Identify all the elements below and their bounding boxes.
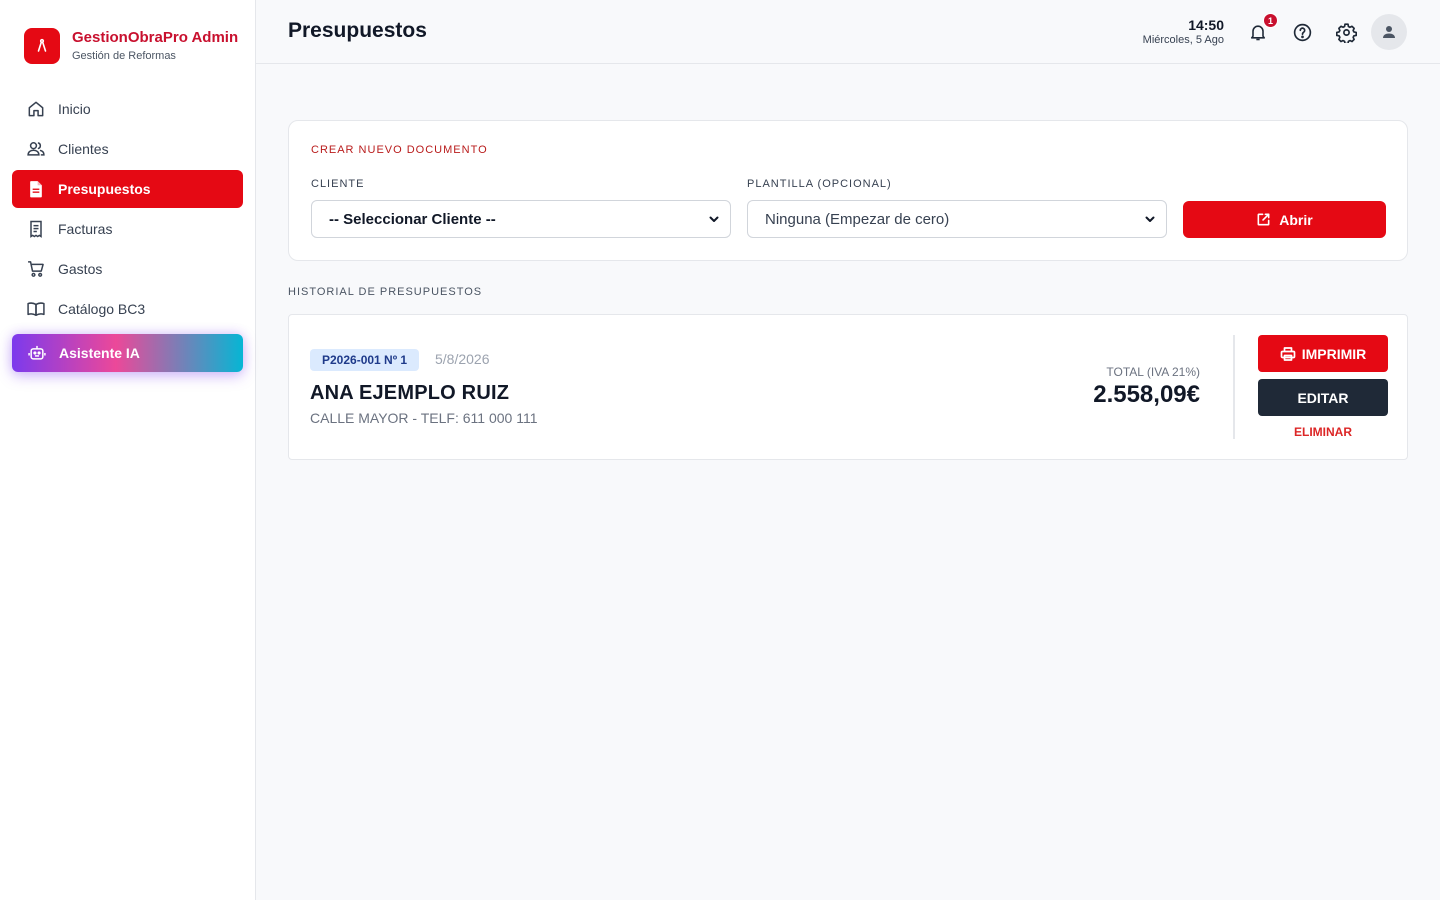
sidebar: GestionObraPro Admin Gestión de Reformas… [0,0,256,900]
budget-client-name: ANA EJEMPLO RUIZ [310,382,510,404]
client-label: CLIENTE [311,178,365,190]
help-icon [1293,23,1311,41]
brand[interactable]: GestionObraPro Admin Gestión de Reformas [24,28,238,64]
robot-icon [28,345,46,360]
edit-button-label: EDITAR [1297,389,1349,406]
sidebar-item-label: Gastos [58,261,103,277]
create-document-card: CREAR NUEVO DOCUMENTO CLIENTE PLANTILLA … [288,120,1408,261]
client-select-value: -- Seleccionar Cliente -- [329,210,496,228]
book-icon [27,302,45,316]
budget-card: P2026-001 Nº 1 5/8/2026 ANA EJEMPLO RUIZ… [288,314,1408,460]
chevron-down-icon [1145,216,1155,222]
notification-badge: 1 [1263,13,1278,28]
compass-icon [24,28,60,64]
notifications-button[interactable]: 1 [1246,13,1278,44]
open-button[interactable]: Abrir [1183,201,1386,238]
gear-icon [1335,22,1357,43]
sidebar-item-catalogo[interactable]: Catálogo BC3 [12,290,243,328]
top-header: Presupuestos 14:50 Miércoles, 5 Ago 1 [256,0,1440,64]
settings-button[interactable] [1334,20,1358,44]
budget-total-value: 2.558,09€ [1093,381,1200,408]
sidebar-item-inicio[interactable]: Inicio [12,90,243,128]
budget-client-detail: CALLE MAYOR - TELF: 611 000 111 [310,410,538,426]
template-select-value: Ninguna (Empezar de cero) [765,210,950,228]
home-icon [28,101,44,117]
sidebar-item-asistente-ia[interactable]: Asistente IA [12,334,243,372]
edit-button[interactable]: EDITAR [1258,379,1388,416]
sidebar-item-clientes[interactable]: Clientes [12,130,243,168]
brand-title: GestionObraPro Admin [72,28,239,46]
budget-code-badge: P2026-001 Nº 1 [310,349,420,371]
delete-button-label: ELIMINAR [1294,425,1352,439]
help-button[interactable] [1290,20,1314,44]
chevron-down-icon [709,216,719,222]
sidebar-item-label: Facturas [58,221,113,237]
print-button[interactable]: IMPRIMIR [1258,335,1388,372]
clock: 14:50 Miércoles, 5 Ago [1143,17,1224,47]
clock-date: Miércoles, 5 Ago [1142,34,1224,46]
template-select[interactable]: Ninguna (Empezar de cero) [747,200,1167,238]
user-avatar[interactable] [1371,14,1407,50]
users-icon [27,142,45,156]
sidebar-item-label: Catálogo BC3 [58,301,146,317]
sidebar-item-label: Clientes [58,141,109,157]
open-button-label: Abrir [1279,211,1313,228]
cart-icon [28,261,44,277]
budget-date: 5/8/2026 [435,351,490,367]
sidebar-item-presupuestos[interactable]: Presupuestos [12,170,243,208]
client-select[interactable]: -- Seleccionar Cliente -- [311,200,731,238]
receipt-icon [30,220,42,238]
sidebar-nav: Inicio Clientes Presupuestos Facturas Ga… [12,90,243,374]
clock-time: 14:50 [1188,17,1224,33]
sidebar-item-label: Presupuestos [58,181,151,197]
user-icon [1383,26,1395,38]
budget-total-label: TOTAL (IVA 21%) [1106,365,1200,379]
brand-subtitle: Gestión de Reformas [72,49,176,62]
create-section-title: CREAR NUEVO DOCUMENTO [311,144,488,156]
print-button-label: IMPRIMIR [1301,345,1367,362]
sidebar-item-label: Inicio [58,101,91,117]
sidebar-item-gastos[interactable]: Gastos [12,250,243,288]
delete-button[interactable]: ELIMINAR [1258,423,1388,441]
sidebar-item-label: Asistente IA [59,345,140,361]
template-label: PLANTILLA (OPCIONAL) [747,178,892,190]
external-link-icon [1257,213,1270,226]
document-icon [30,181,42,198]
printer-icon [1280,346,1296,361]
history-section-title: HISTORIAL DE PRESUPUESTOS [288,286,483,298]
sidebar-item-facturas[interactable]: Facturas [12,210,243,248]
page-title: Presupuestos [288,19,427,42]
divider [1233,335,1235,439]
